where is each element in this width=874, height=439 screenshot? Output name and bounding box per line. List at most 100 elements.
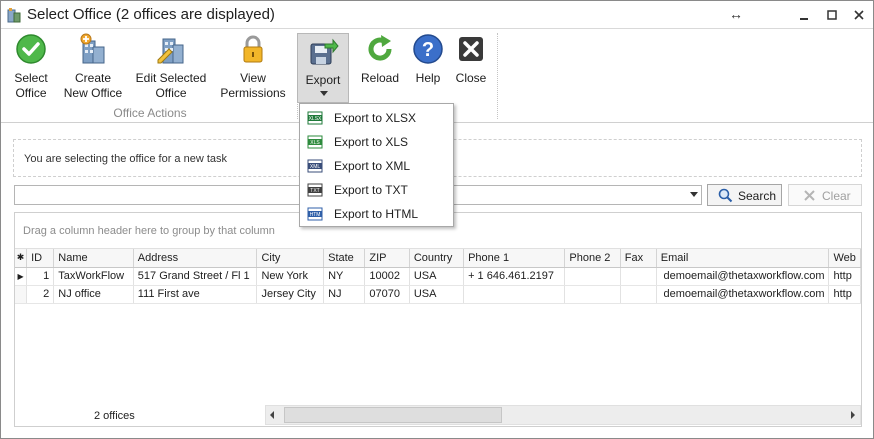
help-icon: ? [413, 34, 443, 64]
export-xlsx-label: Export to XLSX [334, 111, 417, 125]
cell-phone2[interactable] [564, 267, 621, 286]
cell-zip[interactable]: 10002 [364, 267, 410, 286]
select-office-window: Select Office (2 offices are displayed) … [0, 0, 874, 439]
export-button[interactable]: Export [297, 33, 349, 103]
cell-web[interactable]: http [828, 285, 861, 304]
cell-address[interactable]: 517 Grand Street / Fl 1 [133, 267, 258, 286]
column-header-name[interactable]: Name [53, 249, 134, 268]
table-row[interactable]: ▶ 1 TaxWorkFlow 517 Grand Street / Fl 1 … [15, 267, 861, 286]
cell-zip[interactable]: 07070 [364, 285, 410, 304]
export-txt-label: Export to TXT [334, 183, 408, 197]
reload-button[interactable]: Reload [359, 33, 401, 86]
create-new-office-button[interactable]: Create New Office [59, 33, 127, 101]
view-permissions-label: View Permissions [220, 71, 286, 100]
clear-icon [804, 190, 815, 201]
office-actions-group-label: Office Actions [113, 106, 187, 120]
cell-id[interactable]: 2 [26, 285, 55, 304]
table-row[interactable]: 2 NJ office 111 First ave Jersey City NJ… [15, 285, 861, 304]
export-txt-item[interactable]: TXT Export to TXT [300, 178, 453, 202]
edit-selected-office-label: Edit Selected Office [135, 71, 207, 100]
offices-grid: Drag a column header here to group by th… [14, 212, 862, 427]
cell-name[interactable]: TaxWorkFlow [53, 267, 134, 286]
row-indicator-header[interactable]: ✱ [15, 249, 28, 268]
close-label: Close [455, 71, 487, 85]
row-indicator [15, 285, 28, 304]
column-header-zip[interactable]: ZIP [364, 249, 410, 268]
column-header-address[interactable]: Address [133, 249, 258, 268]
export-label: Export [305, 73, 341, 87]
window-close-button[interactable] [849, 7, 869, 25]
export-xml-item[interactable]: XML Export to XML [300, 154, 453, 178]
cell-name[interactable]: NJ office [53, 285, 134, 304]
cell-country[interactable]: USA [409, 285, 465, 304]
export-html-item[interactable]: HTM Export to HTML [300, 202, 453, 226]
close-button[interactable]: Close [453, 33, 489, 86]
svg-text:XML: XML [310, 164, 321, 170]
cell-web[interactable]: http [828, 267, 861, 286]
info-text: You are selecting the office for a new t… [24, 153, 228, 165]
svg-text:XLSX: XLSX [309, 116, 322, 122]
cell-fax[interactable] [620, 285, 657, 304]
view-permissions-button[interactable]: View Permissions [217, 33, 289, 101]
cell-city[interactable]: New York [256, 267, 325, 286]
column-header-phone1[interactable]: Phone 1 [463, 249, 566, 268]
column-header-web[interactable]: Web [828, 249, 861, 268]
clear-button-label: Clear [822, 189, 851, 203]
cell-country[interactable]: USA [409, 267, 465, 286]
chevron-down-icon [320, 91, 328, 96]
html-file-icon: HTM [307, 207, 323, 221]
column-header-fax[interactable]: Fax [620, 249, 657, 268]
help-button[interactable]: ? Help [411, 33, 445, 86]
scroll-left-icon[interactable] [270, 411, 274, 419]
export-xlsx-item[interactable]: XLSX Export to XLSX [300, 106, 453, 130]
cell-address[interactable]: 111 First ave [133, 285, 258, 304]
group-hint-text: Drag a column header here to group by th… [23, 225, 275, 237]
cell-phone1[interactable] [463, 285, 566, 304]
edit-selected-office-button[interactable]: Edit Selected Office [133, 33, 209, 101]
chevron-down-icon[interactable] [690, 192, 698, 197]
cell-email[interactable]: demoemail@thetaxworkflow.com [656, 285, 830, 304]
resize-icon[interactable]: ↔ [726, 5, 746, 23]
cell-state[interactable]: NJ [323, 285, 366, 304]
export-xls-item[interactable]: XLS Export to XLS [300, 130, 453, 154]
scroll-right-icon[interactable] [851, 411, 855, 419]
export-dropdown-menu: XLSX Export to XLSX XLS Export to XLS XM… [299, 103, 454, 227]
select-office-label: Select Office [14, 71, 48, 100]
table-header-row: ✱ ID Name Address City State ZIP Country… [15, 249, 861, 268]
cell-city[interactable]: Jersey City [256, 285, 325, 304]
minimize-button[interactable] [794, 7, 814, 25]
lock-icon [243, 35, 263, 63]
cell-state[interactable]: NY [323, 267, 366, 286]
offices-table: ✱ ID Name Address City State ZIP Country… [15, 249, 861, 304]
svg-text:XLS: XLS [310, 140, 320, 146]
column-header-state[interactable]: State [323, 249, 366, 268]
cell-phone2[interactable] [564, 285, 621, 304]
cell-id[interactable]: 1 [26, 267, 55, 286]
column-header-email[interactable]: Email [656, 249, 830, 268]
search-button[interactable]: Search [707, 184, 782, 206]
row-indicator: ▶ [15, 267, 28, 286]
column-header-id[interactable]: ID [26, 249, 55, 268]
clear-button[interactable]: Clear [788, 184, 862, 206]
search-icon [718, 188, 733, 203]
horizontal-scrollbar[interactable] [265, 405, 861, 425]
export-xls-label: Export to XLS [334, 135, 409, 149]
help-label: Help [415, 71, 441, 85]
svg-text:HTM: HTM [310, 212, 321, 218]
cell-email[interactable]: demoemail@thetaxworkflow.com [656, 267, 830, 286]
create-new-office-label: Create New Office [63, 71, 123, 100]
xls-file-icon: XLS [307, 135, 323, 149]
svg-text:TXT: TXT [310, 188, 319, 194]
cell-phone1[interactable]: + 1 646.461.2197 [463, 267, 566, 286]
cell-fax[interactable] [620, 267, 657, 286]
export-html-label: Export to HTML [334, 207, 419, 221]
scrollbar-thumb[interactable] [284, 407, 502, 423]
column-header-country[interactable]: Country [409, 249, 465, 268]
maximize-button[interactable] [822, 7, 842, 25]
select-office-button[interactable]: Select Office [7, 33, 55, 101]
xlsx-file-icon: XLSX [307, 111, 323, 125]
reload-label: Reload [360, 71, 400, 85]
column-header-city[interactable]: City [256, 249, 325, 268]
office-count: 2 offices [94, 410, 135, 422]
column-header-phone2[interactable]: Phone 2 [564, 249, 621, 268]
